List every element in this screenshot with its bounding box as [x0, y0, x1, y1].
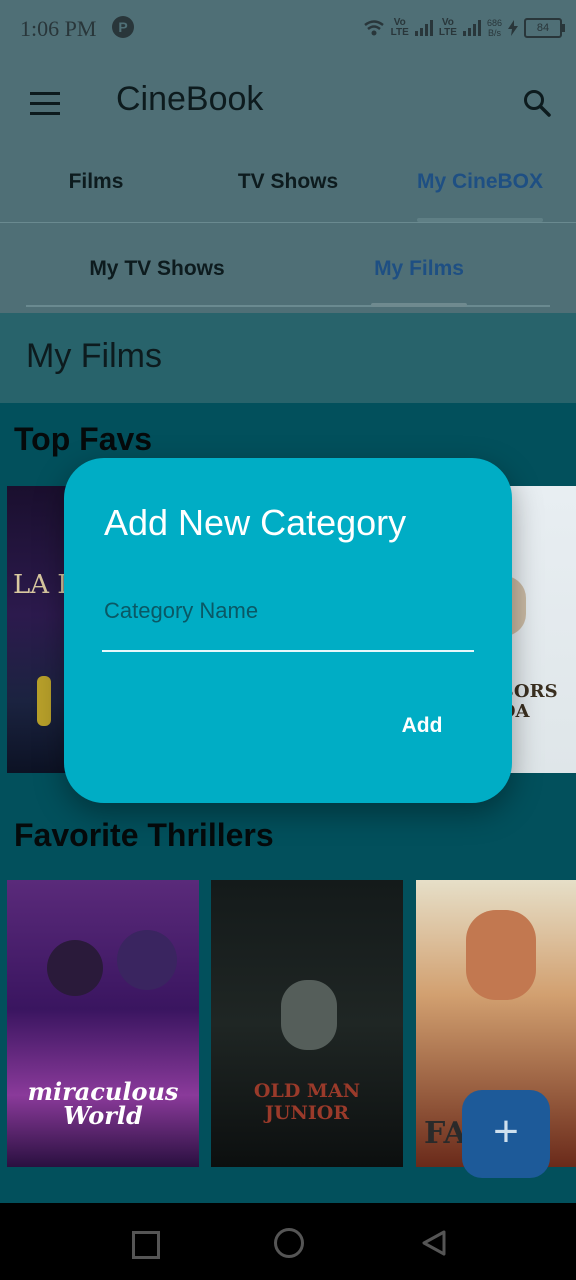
tab-films[interactable]: Films [0, 170, 192, 194]
category-name-input[interactable] [102, 584, 474, 652]
poster-miraculous[interactable]: miraculous World [7, 880, 199, 1167]
sub-tabs: My TV Shows My Films [0, 223, 576, 313]
status-icons: Vo LTE Vo LTE 686 B/s 84 [363, 14, 565, 42]
add-category-fab[interactable]: + [462, 1090, 550, 1178]
status-time: 1:06 PM [20, 16, 97, 41]
battery-icon: 84 [524, 18, 565, 38]
poster-figure [466, 910, 536, 1000]
tab-indicator [417, 218, 543, 222]
home-icon[interactable] [274, 1228, 304, 1258]
category-title: Top Favs [14, 421, 153, 457]
volte-indicator: Vo LTE [438, 17, 457, 38]
tab-tv-shows[interactable]: TV Shows [192, 170, 384, 194]
data-speed: 686 B/s [486, 18, 502, 38]
poster-old-man-junior[interactable]: OLD MAN JUNIOR [211, 880, 403, 1167]
subtab-indicator [371, 303, 467, 307]
app-screen: 1:06 PM P Vo LTE Vo LTE 686 B/s 84 CineB… [0, 0, 576, 1280]
back-icon[interactable] [420, 1229, 448, 1257]
charging-icon [508, 20, 518, 36]
signal-icon [462, 20, 481, 36]
notification-icon: P [112, 16, 134, 38]
add-button[interactable]: Add [382, 704, 462, 748]
poster-figure [281, 980, 337, 1050]
signal-icon [414, 20, 433, 36]
category-title: Favorite Thrillers [14, 817, 274, 853]
subtab-my-films[interactable]: My Films [288, 257, 550, 281]
status-bar: 1:06 PM P Vo LTE Vo LTE 686 B/s 84 [0, 0, 576, 58]
poster-figure [37, 676, 51, 726]
main-tabs: Films TV Shows My CineBOX [0, 150, 576, 223]
search-icon[interactable] [522, 88, 552, 118]
poster-title: miraculous World [27, 1077, 179, 1130]
volte-indicator: Vo LTE [390, 17, 409, 38]
wifi-icon [363, 20, 384, 36]
subtab-my-tv-shows[interactable]: My TV Shows [26, 257, 288, 281]
tab-my-cinebox[interactable]: My CineBOX [384, 170, 576, 194]
app-bar: CineBook [0, 58, 576, 150]
section-title: My Films [26, 337, 162, 375]
system-nav-bar [0, 1203, 576, 1280]
poster-figure [117, 930, 177, 990]
hamburger-icon[interactable] [30, 92, 60, 116]
add-category-dialog: Add New Category Category Name Add [64, 458, 512, 803]
section-header: My Films [0, 313, 576, 403]
dialog-title: Add New Category [104, 502, 407, 543]
app-title: CineBook [116, 80, 264, 118]
recents-icon[interactable] [132, 1231, 160, 1259]
poster-figure [47, 940, 103, 996]
subtab-divider [26, 305, 550, 307]
poster-title: OLD MAN JUNIOR [253, 1080, 361, 1124]
